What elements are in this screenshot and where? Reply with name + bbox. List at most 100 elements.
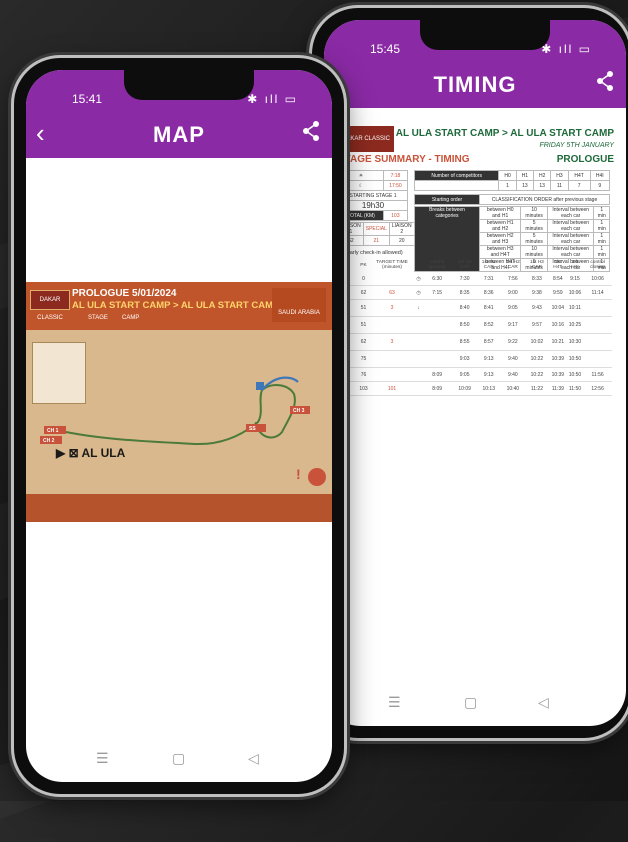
page-title: TIMING [433,72,517,97]
table-cell: 9:57 [524,316,549,334]
table-cell: 10:21 [548,333,567,351]
marker-label: CH 1 [47,428,59,434]
spacer-cell [413,180,500,191]
table-cell: 10:22 [524,367,549,382]
marker-label: SS [249,426,256,432]
table-cell: 3 [368,333,416,351]
home-square-icon[interactable]: ▢ [464,694,477,711]
map-screen: 15:41 ✱ ıll ▭ ‹ MAP DAKAR CLASSIC PROLOG… [26,70,332,782]
liaison-table: LIAISON 1 SPECIAL LIAISON 2 62 21 20 [338,222,415,246]
table-cell: 76 [358,367,369,382]
break-note: Interval between each car [546,245,595,259]
table-cell: 11:39 [548,381,567,396]
timing-document: DAKAR CLASSIC AL ULA START CAMP > AL ULA… [332,122,618,422]
status-icons: ✱ ıll ▭ [247,92,298,106]
home-square-icon[interactable]: ▢ [172,750,185,767]
status-time: 15:45 [370,42,401,56]
table-cell: 10:39 [548,350,567,368]
category-cell: H1 [515,170,535,181]
break-between: between H0 and H1 [478,206,522,220]
table-cell [368,367,416,382]
page-title: MAP [153,122,205,147]
table-cell: 9:15 [566,272,584,286]
table-cell: 10:25 [566,316,584,334]
sunrise-time: 7:18 [382,170,409,181]
table-cell: 8:54 [548,272,567,286]
table-row: SRT PR26238:558:579:2210:0210:2110:30 [338,333,612,351]
warning-icon: ! [296,466,301,482]
category-cell: H3 [550,170,569,181]
column-header: 1st H4T [553,260,563,270]
place-name: AL ULA [81,446,126,460]
place-label: ▶ ⊠ AL ULA [56,446,126,460]
column-header: 1st H2 CAR [505,260,520,270]
break-value: 10 minutes [520,245,548,259]
table-cell: 8:09 [421,381,453,396]
table-cell: 9:05 [500,299,525,317]
menu-icon[interactable]: ☰ [388,694,401,711]
sunset-time: 17:50 [382,180,409,191]
table-cell: 8:50 [452,316,477,334]
share-icon[interactable] [596,70,614,92]
table-cell: 7:30 [452,272,477,286]
table-cell: 0 [358,272,369,286]
table-cell: 8:36 [476,285,501,300]
order-value: CLASSIFICATION ORDER after previous stag… [479,194,610,205]
table-cell: 9:40 [500,367,525,382]
break-gap: 1 min [593,245,610,259]
column-header: 1st H3 CAR [529,260,544,270]
table-row: FNT PR1518:508:529:179:5710:1610:25 [338,316,612,334]
table-cell: 10:13 [476,381,501,396]
table-cell [421,350,453,368]
marker-label: CH 2 [43,438,55,444]
liaison2-value: 20 [388,235,415,246]
menu-icon[interactable]: ☰ [96,750,109,767]
share-icon[interactable] [302,120,320,142]
break-gap: 1 min [593,219,610,233]
column-header: PK [360,262,367,268]
table-cell: 10:50 [566,367,584,382]
table-cell: 9:05 [452,367,477,382]
stage-name: PROLOGUE [556,154,614,165]
table-cell: 10:40 [500,381,525,396]
category-cell: H0 [498,170,517,181]
table-cell: 9:59 [548,285,567,300]
break-between: between H3 and H4T [478,245,522,259]
table-cell: 8:41 [476,299,501,317]
table-cell [583,299,612,317]
table-cell: 9:43 [524,299,549,317]
back-triangle-icon[interactable]: ◁ [538,694,549,711]
table-cell: 103 [358,381,369,396]
notch [124,70,254,100]
table-cell: 8:40 [452,299,477,317]
route-map[interactable]: DAKAR CLASSIC PROLOGUE 5/01/2024 AL ULA … [26,282,332,522]
sunset-icon: ☾ [338,180,384,191]
table-cell: 8:09 [421,367,453,382]
map-marker-labels: CH 1 CH 2 SS CH 3 [43,408,305,444]
table-cell: 10:16 [548,316,567,334]
column-header: control opening [428,260,446,270]
table-cell [583,333,612,351]
table-cell: 9:17 [500,316,525,334]
compass-icon [308,468,326,486]
timing-header-row: PK TARGET TIME (minutes) control opening 1s… [338,258,612,272]
table-cell [368,350,416,368]
table-cell: 11:14 [583,285,612,300]
table-cell: 7:56 [500,272,525,286]
notch [420,20,550,50]
starting-time: 19h30 [338,200,408,211]
stage-info-table: ☀ 7:18 ☾ 17:50 STARTING STAGE 1 19h30 TOTA… [338,170,409,221]
table-cell: 11:22 [524,381,549,396]
table-row: SRT PR1513↓8:408:419:059:4310:0410:11 [338,299,612,317]
table-cell [583,350,612,368]
table-cell: 11:56 [583,367,612,382]
timing-table: PK TARGET TIME (minutes) control opening 1s… [338,258,612,396]
back-triangle-icon[interactable]: ◁ [248,750,259,767]
table-cell: 10:50 [566,350,584,368]
break-value: 5 minutes [520,219,548,233]
table-cell: 63 [368,285,416,300]
table-cell [583,316,612,334]
column-header: 1st H4I [571,260,579,270]
break-between: between H1 and H2 [478,219,522,233]
competitors-label: Number of competitors [413,170,500,181]
